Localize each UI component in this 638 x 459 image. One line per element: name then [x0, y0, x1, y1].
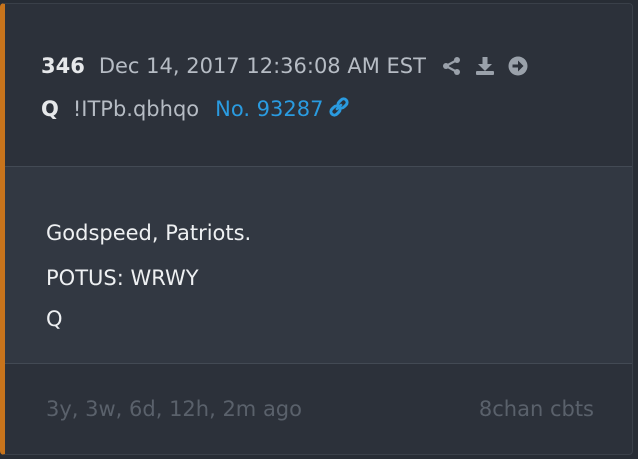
post-body: Godspeed, Patriots. POTUS: WRWY Q	[5, 167, 632, 364]
share-icon[interactable]	[442, 56, 462, 76]
post-author-row: Q !ITPb.qbhqo No. 93287	[41, 96, 350, 122]
relative-time: 3y, 3w, 6d, 12h, 2m ago	[46, 397, 302, 421]
link-icon[interactable]	[328, 96, 350, 122]
post-timestamp: Dec 14, 2017 12:36:08 AM EST	[98, 54, 426, 78]
post-header: 346 Dec 14, 2017 12:36:08 AM EST Q !ITPb…	[5, 4, 632, 167]
post-card: 346 Dec 14, 2017 12:36:08 AM EST Q !ITPb…	[0, 3, 633, 455]
post-body-line: Q	[46, 307, 63, 331]
post-body-line: POTUS: WRWY	[46, 266, 199, 290]
post-body-line: Godspeed, Patriots.	[46, 221, 252, 245]
post-number: 346	[41, 54, 85, 78]
post-source: 8chan cbts	[478, 397, 594, 421]
post-link[interactable]: No. 93287	[215, 97, 323, 121]
download-icon[interactable]	[475, 56, 495, 76]
arrow-circle-right-icon[interactable]	[508, 56, 528, 76]
post-footer: 3y, 3w, 6d, 12h, 2m ago 8chan cbts	[5, 364, 632, 454]
post-author: Q	[41, 97, 59, 121]
post-tripcode: !ITPb.qbhqo	[72, 97, 200, 121]
post-actions	[442, 56, 528, 76]
post-meta-row: 346 Dec 14, 2017 12:36:08 AM EST	[41, 54, 528, 78]
